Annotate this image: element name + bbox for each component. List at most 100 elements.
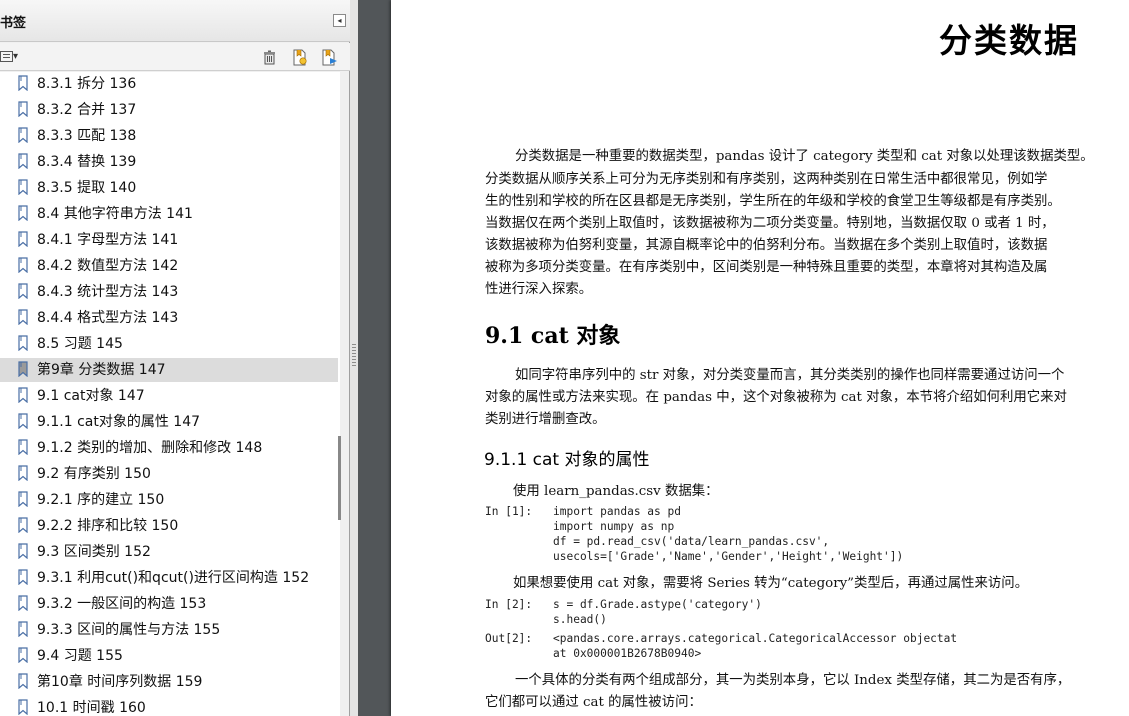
code-line: import numpy as np (553, 520, 675, 533)
bookmark-item[interactable]: 9.3.3 区间的属性与方法 155 (0, 618, 338, 642)
code-line: import pandas as pd (553, 505, 681, 518)
bookmark-label: 9.3 区间类别 152 (37, 544, 151, 560)
bookmark-icon (18, 361, 28, 377)
collapse-panel-button[interactable]: ◂ (333, 14, 346, 27)
bookmark-item[interactable]: 9.2.2 排序和比较 150 (0, 514, 338, 538)
bookmark-item[interactable]: 8.4.2 数值型方法 142 (0, 254, 338, 278)
bookmark-item[interactable]: 9.1.2 类别的增加、删除和修改 148 (0, 436, 338, 460)
panel-title: 书签 (0, 16, 27, 31)
panel-header: 书签 ◂ (0, 0, 350, 42)
expand-bookmark-icon[interactable] (321, 49, 338, 66)
text-line: 分类数据从顺序关系上可分为无序类别和有序类别，这两种类别在日常生活中都很常见，例… (485, 172, 1048, 187)
bookmark-label: 8.4.1 字母型方法 141 (37, 232, 179, 248)
bookmark-label: 8.4.3 统计型方法 143 (37, 284, 179, 300)
bookmark-icon (18, 699, 28, 715)
bookmarks-panel: 书签 ◂ ▾ 8.3.1 拆分 136 8.3.2 合并 137 8.3.3 匹配 … (0, 0, 350, 716)
text-line: 一个具体的分类有两个组成部分，其一为类别本身，它以 Index 类型存储，其二为… (515, 673, 1071, 688)
bookmark-item[interactable]: 9.3.1 利用cut()和qcut()进行区间构造 152 (0, 566, 338, 590)
code-prompt: In [1]: (485, 505, 533, 518)
bookmark-label: 9.2.2 排序和比较 150 (37, 518, 179, 534)
bookmark-label: 9.4 习题 155 (37, 648, 123, 664)
text-line: 使用 learn_pandas.csv 数据集： (513, 484, 719, 499)
bookmark-label: 第10章 时间序列数据 159 (37, 674, 203, 690)
text-line: 它们都可以通过 cat 的属性被访问： (485, 695, 702, 710)
bookmark-item[interactable]: 9.4 习题 155 (0, 644, 338, 668)
bookmark-label: 8.5 习题 145 (37, 336, 123, 352)
bookmark-icon (18, 491, 28, 507)
bookmark-item[interactable]: 8.4.4 格式型方法 143 (0, 306, 338, 330)
scrollbar-thumb[interactable] (338, 436, 341, 520)
bookmark-item[interactable]: 9.1.1 cat对象的属性 147 (0, 410, 338, 434)
bookmark-list: 8.3.1 拆分 136 8.3.2 合并 137 8.3.3 匹配 138 8.3.… (0, 72, 340, 716)
bookmark-icon (18, 413, 28, 429)
bookmark-item[interactable]: 8.4.3 统计型方法 143 (0, 280, 338, 304)
bookmark-item[interactable]: 8.5 习题 145 (0, 332, 338, 356)
code-line: s.head() (553, 613, 607, 626)
bookmark-item[interactable]: 8.3.2 合并 137 (0, 98, 338, 122)
bookmark-icon (18, 543, 28, 559)
code-output: <pandas.core.arrays.categorical.Categori… (553, 632, 958, 645)
bookmark-label: 10.1 时间戳 160 (37, 700, 146, 716)
text-line: 类别进行增删查改。 (485, 412, 606, 427)
section-heading: 9.1 cat 对象 (485, 323, 621, 349)
delete-bookmark-icon[interactable] (261, 49, 278, 66)
bookmark-label: 8.4 其他字符串方法 141 (37, 206, 193, 222)
bookmark-icon (18, 647, 28, 663)
bookmark-item[interactable]: 8.3.5 提取 140 (0, 176, 338, 200)
bookmark-icon (18, 257, 28, 273)
bookmark-icon (18, 205, 28, 221)
bookmark-label: 8.3.4 替换 139 (37, 154, 137, 170)
bookmark-item[interactable]: 9.3 区间类别 152 (0, 540, 338, 564)
bookmark-item[interactable]: 8.3.3 匹配 138 (0, 124, 338, 148)
dropdown-arrow: ▾ (13, 51, 19, 62)
bookmark-icon (18, 309, 28, 325)
bookmark-item[interactable]: 9.2 有序类别 150 (0, 462, 338, 486)
bookmark-label: 9.2.1 序的建立 150 (37, 492, 165, 508)
bookmark-label: 9.1 cat对象 147 (37, 388, 145, 404)
splitter-grip[interactable] (352, 344, 356, 368)
bookmark-item[interactable]: 9.3.2 一般区间的构造 153 (0, 592, 338, 616)
code-line: usecols=['Grade','Name','Gender','Height… (553, 550, 904, 563)
bookmark-item[interactable]: 8.3.4 替换 139 (0, 150, 338, 174)
bookmark-label: 8.4.4 格式型方法 143 (37, 310, 179, 326)
text-line: 如果想要使用 cat 对象，需要将 Series 转为“category”类型后… (513, 576, 1029, 591)
subsection-heading: 9.1.1 cat 对象的属性 (484, 450, 650, 470)
text-line: 分类数据是一种重要的数据类型，pandas 设计了 category 类型和 c… (515, 149, 1094, 164)
bookmark-item[interactable]: 8.4.1 字母型方法 141 (0, 228, 338, 252)
code-output: at 0x000001B2678B0940> (553, 647, 702, 660)
bookmark-icon (18, 231, 28, 247)
bookmark-icon (18, 439, 28, 455)
bookmark-item[interactable]: 8.3.1 拆分 136 (0, 72, 338, 96)
bookmark-icon (18, 75, 28, 91)
bookmark-icon (18, 673, 28, 689)
text-line: 对象的属性或方法来实现。在 pandas 中，这个对象被称为 cat 对象，本节… (485, 390, 1067, 405)
bookmark-label: 9.1.2 类别的增加、删除和修改 148 (37, 440, 263, 456)
options-menu-button[interactable]: ▾ (0, 50, 24, 64)
bookmark-label: 9.3.2 一般区间的构造 153 (37, 596, 207, 612)
text-line: 当数据仅在两个类别上取值时，该数据被称为二项分类变量。特别地，当数据仅取 0 或… (485, 216, 1055, 231)
bookmark-label: 第9章 分类数据 147 (37, 362, 166, 378)
pdf-page: 分类数据 分类数据是一种重要的数据类型，pandas 设计了 category … (391, 0, 1129, 716)
bookmark-toolbar: ▾ (0, 43, 350, 71)
bookmark-icon (18, 465, 28, 481)
bookmark-item[interactable]: 第10章 时间序列数据 159 (0, 670, 338, 694)
text-line: 性进行深入探索。 (485, 282, 593, 297)
bookmark-item[interactable]: 第9章 分类数据 147 (0, 358, 338, 382)
bookmark-label: 8.3.1 拆分 136 (37, 76, 137, 92)
code-prompt: In [2]: (485, 598, 533, 611)
bookmark-item[interactable]: 10.1 时间戳 160 (0, 696, 338, 716)
bookmark-item[interactable]: 9.1 cat对象 147 (0, 384, 338, 408)
bookmark-label: 9.3.1 利用cut()和qcut()进行区间构造 152 (37, 570, 310, 586)
new-bookmark-icon[interactable] (291, 49, 308, 66)
bookmark-icon (18, 517, 28, 533)
bookmark-label: 8.4.2 数值型方法 142 (37, 258, 179, 274)
text-line: 被称为多项分类变量。在有序类别中，区间类别是一种特殊且重要的类型，本章将对其构造… (485, 260, 1048, 275)
scrollbar-track[interactable] (340, 72, 349, 716)
bookmark-icon (18, 387, 28, 403)
list-options-icon (0, 50, 13, 62)
bookmark-icon (18, 283, 28, 299)
bookmark-icon (18, 335, 28, 351)
chapter-title: 分类数据 (939, 21, 1079, 60)
bookmark-item[interactable]: 9.2.1 序的建立 150 (0, 488, 338, 512)
bookmark-item[interactable]: 8.4 其他字符串方法 141 (0, 202, 338, 226)
